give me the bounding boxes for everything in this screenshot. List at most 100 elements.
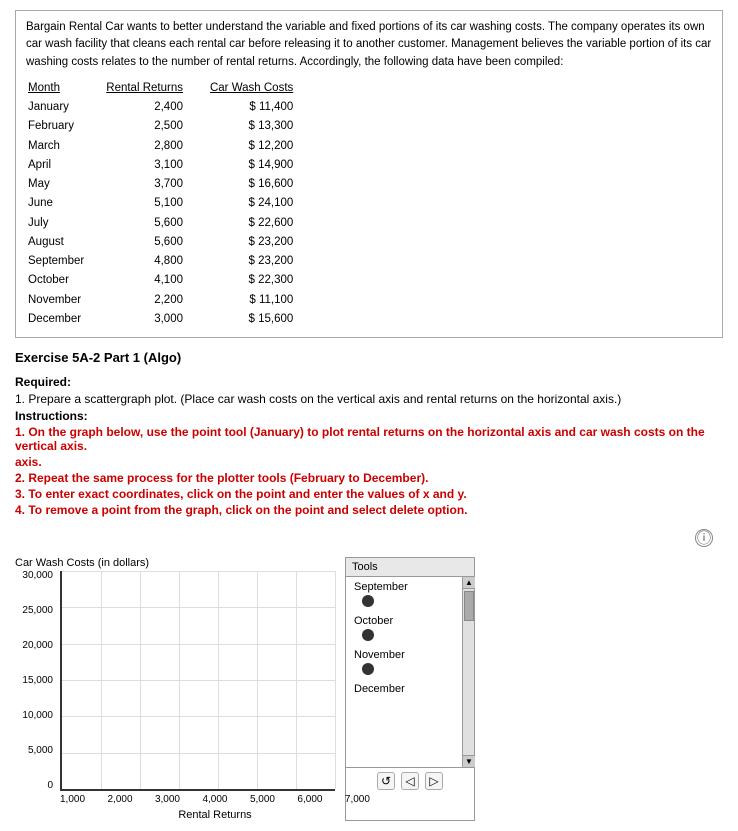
table-cell: $ 22,600: [208, 214, 313, 233]
table-header-row: Month Rental Returns Car Wash Costs: [26, 79, 313, 98]
info-icon-container: ⓘ: [15, 529, 713, 547]
table-cell: November: [26, 291, 104, 310]
x-label-7000: 7,000: [345, 794, 370, 805]
forward-icon[interactable]: ▷: [425, 772, 443, 790]
scrollbar-thumb[interactable]: [464, 591, 474, 621]
tools-footer: ↺ ◁ ▷: [346, 767, 474, 794]
table-row: July5,600$ 22,600: [26, 214, 313, 233]
chart-box[interactable]: [60, 571, 335, 791]
table-row: August5,600$ 23,200: [26, 233, 313, 252]
x-label-2000: 2,000: [107, 794, 132, 805]
table-cell: $ 22,300: [208, 271, 313, 290]
required-label: Required:: [15, 375, 723, 389]
scrollbar-down[interactable]: ▼: [463, 755, 475, 767]
table-row: January2,400$ 11,400: [26, 98, 313, 117]
page-container: Bargain Rental Car wants to better under…: [0, 0, 738, 831]
tool-dot-november[interactable]: [362, 663, 374, 675]
instruction-prepare: 1. Prepare a scattergraph plot. (Place c…: [15, 392, 723, 406]
step-1b: axis.: [15, 455, 723, 469]
tool-label-november: November: [354, 649, 405, 661]
table-cell: $ 11,100: [208, 291, 313, 310]
grid-h-4: [62, 716, 335, 717]
table-cell: 4,100: [104, 271, 208, 290]
table-cell: 3,700: [104, 175, 208, 194]
exercise-title: Exercise 5A-2 Part 1 (Algo): [15, 350, 723, 365]
table-cell: February: [26, 117, 104, 136]
grid-v-7: [335, 571, 336, 789]
x-label-5000: 5,000: [250, 794, 275, 805]
table-cell: 2,500: [104, 117, 208, 136]
tool-dot-september[interactable]: [362, 595, 374, 607]
table-cell: September: [26, 252, 104, 271]
step-1: 1. On the graph below, use the point too…: [15, 425, 723, 453]
data-table: Month Rental Returns Car Wash Costs Janu…: [26, 79, 313, 329]
intro-box: Bargain Rental Car wants to better under…: [15, 10, 723, 338]
tools-scroll-area[interactable]: September October November: [346, 577, 464, 767]
graph-area: Car Wash Costs (in dollars) 30,000 25,00…: [15, 557, 723, 821]
table-row: April3,100$ 14,900: [26, 156, 313, 175]
table-cell: $ 23,200: [208, 233, 313, 252]
grid-h-5: [62, 753, 335, 754]
grid-h-3: [62, 680, 335, 681]
table-cell: 2,200: [104, 291, 208, 310]
table-row: February2,500$ 13,300: [26, 117, 313, 136]
table-cell: $ 23,200: [208, 252, 313, 271]
info-icon[interactable]: ⓘ: [695, 529, 713, 547]
y-label-5000: 5,000: [28, 746, 53, 756]
table-cell: 5,100: [104, 194, 208, 213]
instructions-label: Instructions:: [15, 409, 723, 423]
tool-item-september[interactable]: September: [346, 577, 464, 611]
table-cell: $ 11,400: [208, 98, 313, 117]
y-axis-labels: 30,000 25,000 20,000 15,000 10,000 5,000…: [15, 571, 57, 791]
table-cell: $ 16,600: [208, 175, 313, 194]
chart-title: Car Wash Costs (in dollars): [15, 557, 335, 569]
tool-dot-october[interactable]: [362, 629, 374, 641]
y-label-25000: 25,000: [22, 606, 53, 616]
col-carwash: Car Wash Costs: [208, 79, 313, 98]
chart-x-title: Rental Returns: [60, 809, 370, 821]
tools-scrollbar[interactable]: ▲ ▼: [462, 577, 474, 767]
step-2: 2. Repeat the same process for the plott…: [15, 471, 723, 485]
tool-label-september: September: [354, 581, 408, 593]
table-cell: $ 13,300: [208, 117, 313, 136]
table-row: June5,100$ 24,100: [26, 194, 313, 213]
y-label-30000: 30,000: [22, 571, 53, 581]
tool-label-october: October: [354, 615, 393, 627]
y-label-15000: 15,000: [22, 676, 53, 686]
table-cell: June: [26, 194, 104, 213]
table-row: October4,100$ 22,300: [26, 271, 313, 290]
table-cell: $ 24,100: [208, 194, 313, 213]
table-cell: May: [26, 175, 104, 194]
table-cell: $ 14,900: [208, 156, 313, 175]
table-cell: 2,400: [104, 98, 208, 117]
back-icon[interactable]: ◁: [401, 772, 419, 790]
table-cell: April: [26, 156, 104, 175]
x-axis-labels: 1,000 2,000 3,000 4,000 5,000 6,000 7,00…: [60, 794, 370, 805]
y-label-20000: 20,000: [22, 641, 53, 651]
table-cell: 5,600: [104, 214, 208, 233]
tool-item-october[interactable]: October: [346, 611, 464, 645]
x-label-3000: 3,000: [155, 794, 180, 805]
table-cell: January: [26, 98, 104, 117]
table-cell: August: [26, 233, 104, 252]
table-row: May3,700$ 16,600: [26, 175, 313, 194]
scrollbar-up[interactable]: ▲: [463, 577, 475, 589]
table-cell: 3,000: [104, 310, 208, 329]
tool-item-november[interactable]: November: [346, 645, 464, 679]
grid-h-2: [62, 644, 335, 645]
tools-header: Tools: [346, 558, 474, 577]
undo-icon[interactable]: ↺: [377, 772, 395, 790]
y-label-0: 0: [47, 781, 53, 791]
table-cell: October: [26, 271, 104, 290]
chart-container: Car Wash Costs (in dollars) 30,000 25,00…: [15, 557, 335, 821]
table-cell: $ 15,600: [208, 310, 313, 329]
table-row: September4,800$ 23,200: [26, 252, 313, 271]
table-row: December3,000$ 15,600: [26, 310, 313, 329]
col-rental: Rental Returns: [104, 79, 208, 98]
x-label-6000: 6,000: [297, 794, 322, 805]
tool-item-december[interactable]: December: [346, 679, 464, 699]
table-row: March2,800$ 12,200: [26, 137, 313, 156]
tools-scroll-wrapper: September October November: [346, 577, 474, 767]
table-row: November2,200$ 11,100: [26, 291, 313, 310]
table-cell: March: [26, 137, 104, 156]
